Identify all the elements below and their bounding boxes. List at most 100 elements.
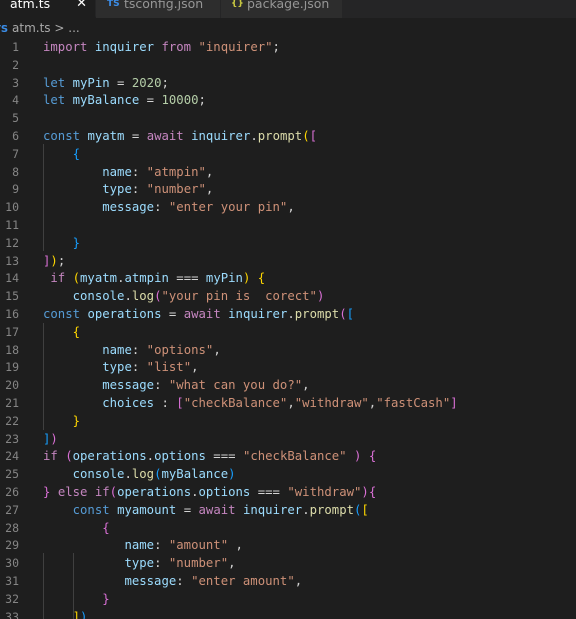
code-line[interactable]: 26} else if(operations.options === "with… (0, 484, 576, 502)
code-line[interactable]: 8 name: "atmpin", (0, 164, 576, 182)
code-line[interactable]: 6 const myatm = await inquirer.prompt([ (0, 128, 576, 146)
code-line[interactable]: 23]) (0, 431, 576, 449)
code-token: : (131, 164, 147, 179)
code-token: ( (302, 129, 310, 143)
code-token: options (198, 485, 251, 499)
code-token: "number" (168, 556, 229, 571)
code-token: ; (272, 40, 280, 54)
code-token: console (72, 467, 125, 482)
code-token: { (102, 520, 110, 535)
code-token: [ (346, 307, 355, 321)
code-line[interactable]: 15 console.log("your pin is corect") (0, 288, 576, 306)
code-token: ) (50, 431, 58, 446)
code-text: const myamount = await inquirer.prompt([ (43, 502, 369, 520)
code-line[interactable]: 31 message: "enter amount", (0, 573, 576, 591)
code-token: "enter your pin" (168, 200, 288, 215)
code-token: ) (50, 253, 58, 268)
code-line[interactable]: 14 if (myatm.atmpin === myPin) { (0, 270, 576, 288)
code-token: "withdraw" (287, 485, 362, 499)
breadcrumb-symbols[interactable]: ... (68, 21, 79, 35)
code-line[interactable]: 25 console.log(myBalance) (0, 466, 576, 484)
code-token: === (205, 449, 243, 464)
code-token: } (72, 413, 81, 428)
code-token: , (287, 396, 295, 410)
code-line[interactable]: 28 { (0, 520, 576, 538)
code-line[interactable]: 33 ]) (0, 609, 576, 619)
code-line[interactable]: 16 const operations = await inquirer.prom… (0, 306, 576, 324)
code-line[interactable]: 7 { (0, 146, 576, 164)
line-number: 7 (12, 146, 19, 161)
code-text: message: "enter amount", (43, 573, 302, 591)
tab-package-json[interactable]: {} package.json (221, 0, 343, 18)
code-line[interactable]: 19 type: "list", (0, 359, 576, 377)
code-token: await (183, 307, 221, 321)
line-number: 12 (5, 235, 19, 250)
code-line[interactable]: 24 if (operations.options === "checkBalan… (0, 448, 576, 466)
code-line[interactable]: 20 message: "what can you do?", (0, 377, 576, 395)
code-token: , (294, 574, 303, 588)
code-line[interactable]: 22 } (0, 413, 576, 431)
code-token: message (102, 200, 155, 215)
code-line[interactable]: 27 const myamount = await inquirer.promp… (0, 502, 576, 520)
breadcrumb-file[interactable]: atm.ts (12, 21, 51, 35)
tab-atm-ts[interactable]: atm.ts ✕ (0, 0, 96, 18)
code-token: prompt (309, 502, 355, 517)
code-line[interactable]: 13]); (0, 253, 576, 271)
code-line[interactable]: 4 let myBalance = 10000; (0, 92, 576, 110)
code-token: operations (117, 485, 192, 499)
code-line[interactable]: 10 message: "enter your pin", (0, 199, 576, 217)
code-token: log (131, 289, 155, 304)
code-line[interactable]: 18 name: "options", (0, 342, 576, 360)
line-number: 33 (5, 609, 19, 619)
code-token: . (250, 129, 258, 143)
code-line[interactable]: 9 type: "number", (0, 181, 576, 199)
code-token: const (43, 129, 81, 143)
code-text: { (43, 520, 110, 538)
code-text: console.log(myBalance) (43, 466, 236, 484)
editor-tab-bar: atm.ts ✕ TS tsconfig.json {} package.jso… (0, 0, 576, 18)
line-number: 2 (12, 57, 19, 72)
typescript-file-icon: TS (0, 24, 9, 35)
close-icon[interactable]: ✕ (76, 0, 87, 10)
code-token: ) (80, 609, 88, 619)
code-token: inquirer (242, 502, 303, 517)
code-token: ; (161, 75, 169, 90)
code-editor[interactable]: 1 import inquirer from "inquirer"; 2 3 let m… (0, 38, 576, 619)
code-line[interactable]: 11 (0, 217, 576, 235)
code-token: const (72, 502, 110, 517)
code-token: message (102, 378, 155, 393)
code-token: "withdraw" (294, 396, 369, 410)
code-token: [ (361, 502, 369, 517)
code-line[interactable]: 2 (0, 57, 576, 75)
code-line[interactable]: 21 choices : ["checkBalance","withdraw",… (0, 395, 576, 413)
code-token: : (131, 342, 147, 357)
code-line[interactable]: 30 type: "number", (0, 555, 576, 573)
code-token: const (43, 307, 81, 321)
code-token: operations (87, 307, 162, 321)
code-line[interactable]: 5 (0, 110, 576, 128)
code-token: . (302, 502, 310, 517)
code-line[interactable]: 12 } (0, 235, 576, 253)
code-line[interactable]: 1 import inquirer from "inquirer"; (0, 39, 576, 57)
code-line[interactable]: 3 let myPin = 2020; (0, 75, 576, 93)
code-token: import (43, 40, 88, 54)
code-token: === (168, 271, 206, 286)
code-token: "inquirer" (198, 40, 273, 54)
code-token: await (198, 502, 236, 517)
tab-tsconfig-json[interactable]: TS tsconfig.json (96, 0, 221, 18)
code-token: === (250, 485, 288, 499)
code-text: ]) (43, 609, 88, 619)
code-line[interactable]: 32 } (0, 591, 576, 609)
code-line[interactable]: 29 name: "amount" , (0, 537, 576, 555)
code-line[interactable]: 17 { (0, 324, 576, 342)
code-token: ] (450, 396, 458, 410)
